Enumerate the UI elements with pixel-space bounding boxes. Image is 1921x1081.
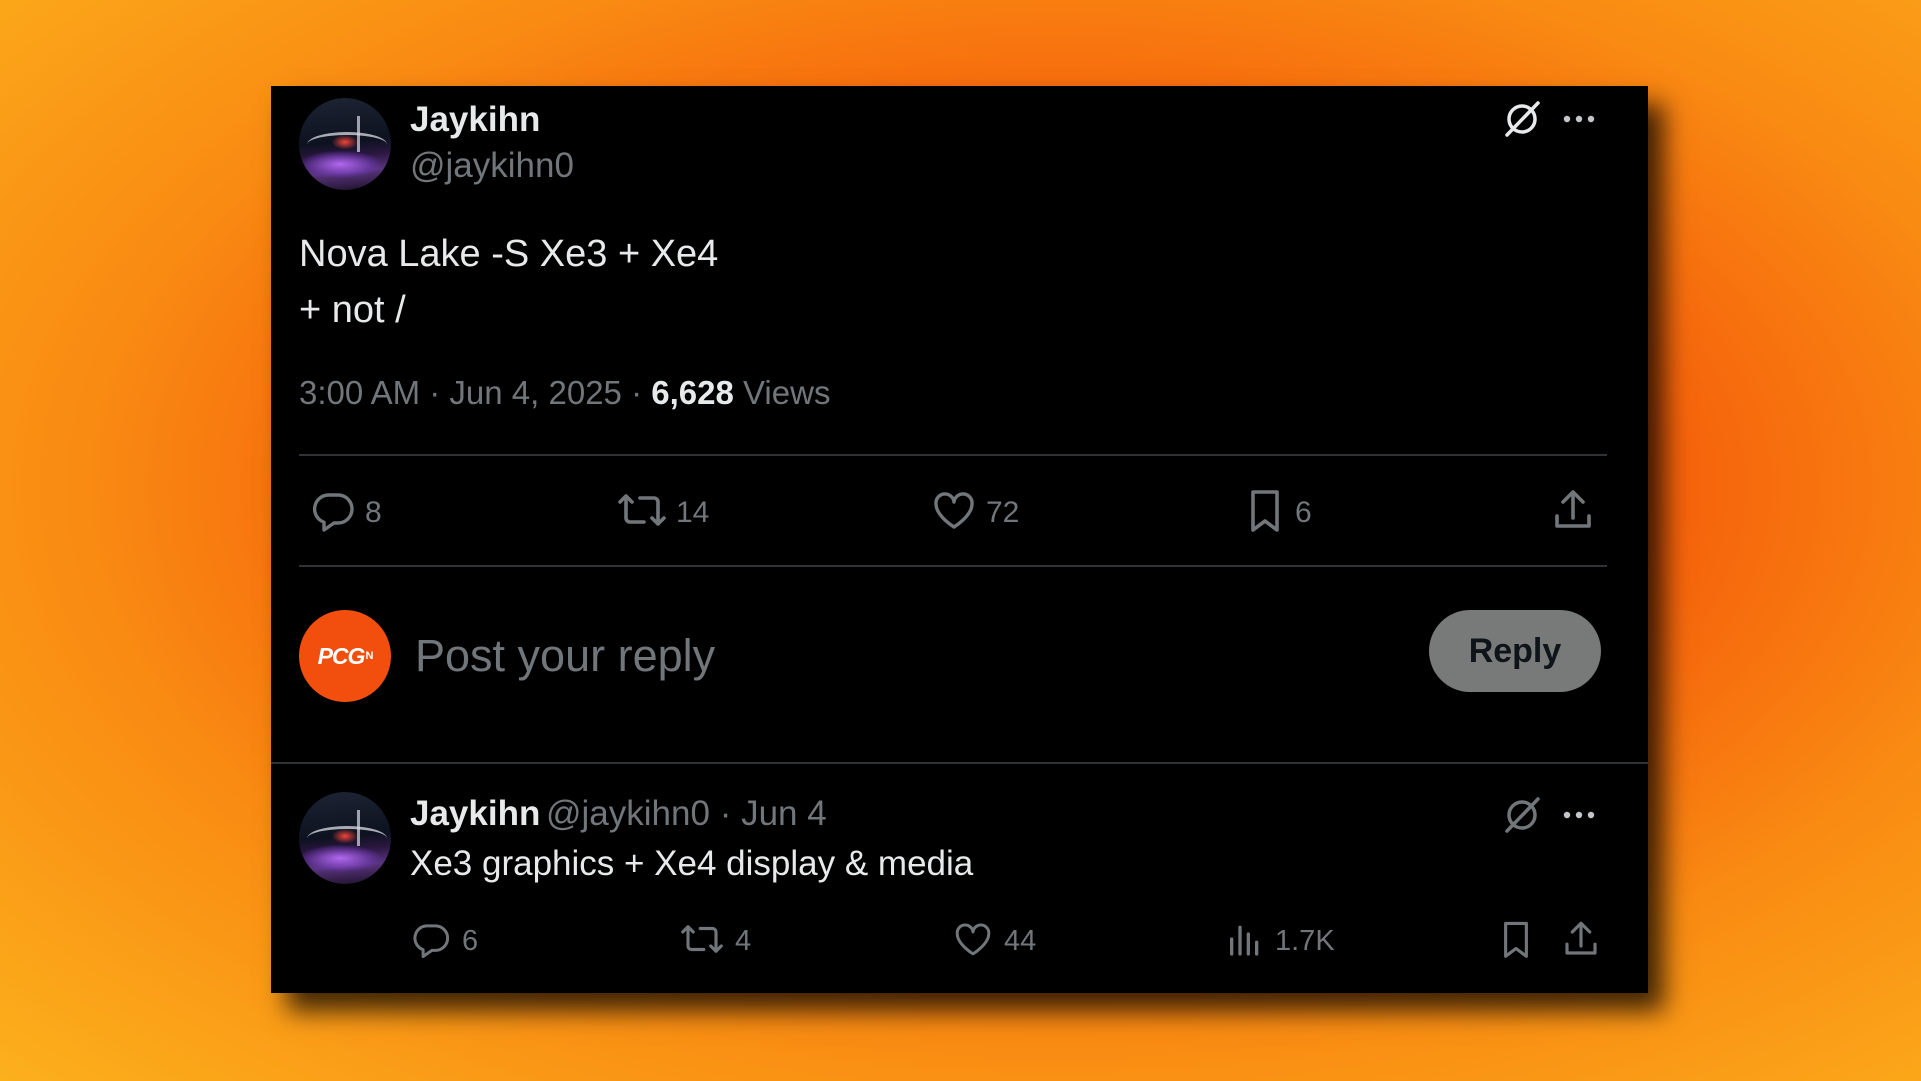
more-icon[interactable] (1561, 104, 1597, 134)
reply-count: 6 (462, 925, 479, 957)
current-user-avatar[interactable]: PCG N (299, 610, 391, 702)
bookmark-count: 6 (1295, 495, 1312, 529)
avatar-logo-text: PCG (317, 642, 366, 669)
author-avatar[interactable] (299, 98, 391, 190)
avatar-logo-sup: N (365, 650, 373, 662)
bookmark-action[interactable]: 6 (1243, 486, 1312, 539)
post-text-line: Nova Lake -S Xe3 + Xe4 (299, 233, 719, 275)
reply-action[interactable]: 8 (309, 486, 382, 539)
like-count: 44 (1004, 925, 1037, 957)
repost-count: 4 (735, 925, 752, 957)
share-action[interactable] (1560, 918, 1602, 965)
reply-author-name[interactable]: Jaykihn (410, 794, 540, 834)
share-action[interactable] (1549, 486, 1597, 539)
bookmark-icon (1243, 486, 1287, 539)
repost-action[interactable]: 4 (679, 918, 751, 965)
author-name[interactable]: Jaykihn (410, 100, 540, 140)
post-meta: 3:00 AM · Jun 4, 2025 · 6,628 Views (299, 374, 830, 412)
reply-date[interactable]: · Jun 4 (720, 794, 827, 833)
divider (299, 454, 1607, 456)
views-action[interactable]: 1.7K (1225, 918, 1335, 965)
repost-action[interactable]: 14 (616, 486, 709, 539)
views-count: 1.7K (1275, 925, 1335, 957)
views-icon (1225, 918, 1265, 965)
post-text: Nova Lake -S Xe3 + Xe4 + not / (299, 226, 718, 338)
reply-button[interactable]: Reply (1429, 610, 1601, 692)
reply-count: 8 (365, 495, 382, 529)
like-action[interactable]: 44 (952, 918, 1036, 965)
reply-author-avatar[interactable] (299, 792, 391, 884)
grok-icon[interactable] (1501, 98, 1543, 140)
reply-icon (309, 486, 357, 539)
bookmark-action[interactable] (1497, 918, 1535, 965)
post-card: Jaykihn @jaykihn0 Nova Lake -S Xe3 + Xe4… (271, 86, 1648, 993)
like-icon (930, 486, 978, 539)
post-time[interactable]: 3:00 AM (299, 374, 420, 411)
author-handle[interactable]: @jaykihn0 (410, 146, 574, 186)
like-count: 72 (986, 495, 1020, 529)
reply-text: Xe3 graphics + Xe4 display & media (410, 844, 974, 883)
repost-count: 14 (676, 495, 710, 529)
divider (299, 565, 1607, 567)
reply-icon (410, 918, 452, 965)
like-icon (952, 918, 994, 965)
divider (271, 762, 1648, 764)
views-count: 6,628 (651, 374, 734, 411)
reply-input[interactable]: Post your reply (415, 618, 1395, 694)
reply-action[interactable]: 6 (410, 918, 478, 965)
more-icon[interactable] (1561, 800, 1597, 830)
post-date[interactable]: Jun 4, 2025 (449, 374, 621, 411)
separator-dot: · (631, 374, 652, 411)
like-action[interactable]: 72 (930, 486, 1019, 539)
views-label: Views (743, 374, 831, 411)
share-icon (1560, 918, 1602, 965)
repost-icon (616, 486, 668, 539)
reply-author-handle: @jaykihn0 · Jun 4 (546, 794, 827, 834)
bookmark-icon (1497, 918, 1535, 965)
separator-dot: · (429, 374, 450, 411)
reply-handle[interactable]: @jaykihn0 (546, 794, 710, 833)
share-icon (1549, 486, 1597, 539)
repost-icon (679, 918, 725, 965)
grok-icon[interactable] (1501, 794, 1543, 836)
post-text-line: + not / (299, 289, 406, 331)
